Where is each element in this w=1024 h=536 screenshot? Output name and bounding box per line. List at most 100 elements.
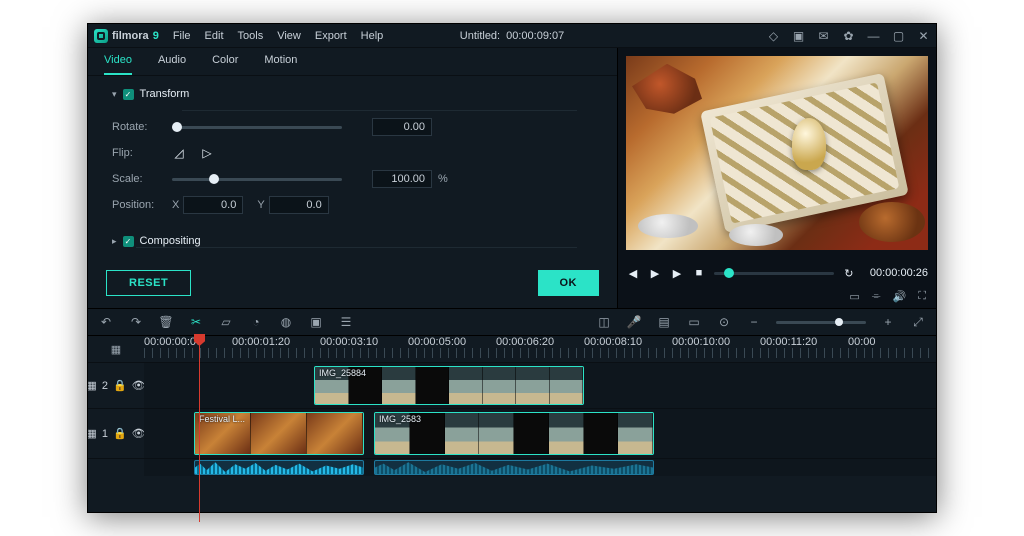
tracks-manage-icon[interactable]: ▦ — [88, 336, 144, 362]
audio-clip-img2583[interactable] — [374, 460, 654, 475]
account-icon[interactable]: ◇ — [767, 29, 780, 42]
menu-tools[interactable]: Tools — [238, 30, 264, 42]
rotate-value[interactable]: 0.00 — [372, 118, 432, 136]
transform-checkbox[interactable]: ✓ — [123, 89, 134, 100]
activity-icon[interactable]: ▣ — [792, 29, 805, 42]
stop-icon[interactable]: ■ — [692, 266, 706, 280]
menu-bar: File Edit Tools View Export Help — [173, 30, 383, 42]
quality-icon[interactable]: ▭ — [849, 290, 859, 303]
minimize-icon[interactable]: — — [867, 29, 880, 42]
mixer-icon[interactable]: ▤ — [656, 315, 672, 329]
undo-icon[interactable]: ↶ — [98, 315, 114, 329]
brand-suffix: 9 — [153, 30, 159, 42]
render-icon[interactable]: ▭ — [686, 315, 702, 329]
greenscreen-icon[interactable]: ▣ — [308, 315, 324, 329]
menu-file[interactable]: File — [173, 30, 191, 42]
ruler-row: ▦ 00:00:00:00 00:00:01:20 00:00:03:10 00… — [88, 336, 936, 362]
volume-icon[interactable]: 🔊 — [893, 290, 907, 303]
menu-export[interactable]: Export — [315, 30, 347, 42]
menu-edit[interactable]: Edit — [205, 30, 224, 42]
zoom-in-icon[interactable]: + — [880, 315, 896, 329]
ok-button[interactable]: OK — [538, 270, 600, 296]
preview-panel: ◀ ▶ ▶ ■ ↻ 00:00:00:26 ▭ ⌯ 🔊 ⛶ — [618, 48, 936, 308]
track-1-head[interactable]: ▦ 1 🔒 👁 — [88, 409, 144, 458]
zoom-slider[interactable] — [776, 321, 866, 324]
chevron-right-icon[interactable]: ▸ — [112, 236, 117, 247]
scale-value[interactable]: 100.00 — [372, 170, 432, 188]
flip-horizontal-icon[interactable]: ◿ — [172, 146, 186, 160]
seek-slider[interactable] — [714, 272, 834, 275]
compositing-section-head[interactable]: ▸ ✓ Compositing — [112, 235, 593, 247]
project-name: Untitled: — [460, 30, 500, 42]
maximize-icon[interactable]: ▢ — [892, 29, 905, 42]
message-icon[interactable]: ✉ — [817, 29, 830, 42]
brand-name: filmora — [112, 30, 149, 42]
position-x-value[interactable]: 0.0 — [183, 196, 243, 214]
project-time: 00:00:09:07 — [506, 30, 564, 42]
reset-button[interactable]: RESET — [106, 270, 191, 296]
tab-audio[interactable]: Audio — [158, 54, 186, 75]
tab-color[interactable]: Color — [212, 54, 238, 75]
clip-img2583[interactable]: IMG_2583 — [374, 412, 654, 455]
lock-icon[interactable]: 🔒 — [113, 379, 127, 392]
menu-help[interactable]: Help — [361, 30, 384, 42]
track-2-head[interactable]: ▦ 2 🔒 👁 — [88, 363, 144, 408]
ruler-label: 00:00:05:00 — [408, 336, 496, 348]
ruler-label: 00:00:03:10 — [320, 336, 408, 348]
scale-unit: % — [438, 173, 448, 185]
flip-label: Flip: — [112, 147, 172, 159]
ruler-label: 00:00:06:20 — [496, 336, 584, 348]
preview-viewport[interactable] — [626, 56, 928, 250]
track-number: 2 — [102, 380, 108, 392]
lock-icon[interactable]: 🔒 — [113, 427, 127, 440]
split-icon[interactable]: ✂ — [188, 315, 204, 329]
position-y-value[interactable]: 0.0 — [269, 196, 329, 214]
ruler-label: 00:00 — [848, 336, 936, 348]
menu-view[interactable]: View — [277, 30, 301, 42]
playbar: ◀ ▶ ▶ ■ ↻ 00:00:00:26 — [618, 258, 936, 288]
audio-clip-festival[interactable] — [194, 460, 364, 475]
play-icon[interactable]: ▶ — [648, 266, 662, 280]
ruler-label: 00:00:00:00 — [144, 336, 232, 348]
compositing-title: Compositing — [140, 235, 201, 247]
loop-icon[interactable]: ↻ — [842, 266, 856, 280]
crop-icon[interactable]: ▱ — [218, 315, 234, 329]
clip-festival[interactable]: Festival L... — [194, 412, 364, 455]
adjust-icon[interactable]: ☰ — [338, 315, 354, 329]
marker-icon[interactable]: ◫ — [596, 315, 612, 329]
scale-label: Scale: — [112, 173, 172, 185]
app-window: filmora 9 File Edit Tools View Export Hel… — [87, 23, 937, 513]
transform-section-head[interactable]: ▾ ✓ Transform — [112, 88, 593, 100]
color-icon[interactable]: ◍ — [278, 315, 294, 329]
play2-icon[interactable]: ▶ — [670, 266, 684, 280]
zoom-fit-icon[interactable]: ⤢ — [910, 315, 926, 330]
track-2: ▦ 2 🔒 👁 IMG_25884 — [88, 362, 936, 408]
close-icon[interactable]: ✕ — [917, 29, 930, 42]
timeline-toolbar: ↶ ↷ 🗑 ✂ ▱ ◔ ◍ ▣ ☰ ◫ 🎤 ▤ ▭ ⊙ − + ⤢ — [88, 308, 936, 336]
tab-video[interactable]: Video — [104, 54, 132, 75]
ruler-label: 00:00:08:10 — [584, 336, 672, 348]
speed-icon[interactable]: ◔ — [248, 315, 264, 329]
record-icon[interactable]: 🎤 — [626, 315, 642, 329]
scale-slider[interactable] — [172, 178, 342, 181]
brand: filmora 9 — [94, 29, 159, 43]
playhead[interactable] — [199, 336, 200, 522]
delete-icon[interactable]: 🗑 — [158, 315, 174, 329]
track-number: 1 — [102, 428, 108, 440]
notify-icon[interactable]: ✿ — [842, 29, 855, 42]
chevron-down-icon[interactable]: ▾ — [112, 89, 117, 100]
tab-motion[interactable]: Motion — [264, 54, 297, 75]
prev-frame-icon[interactable]: ◀ — [626, 266, 640, 280]
zoom-out-icon[interactable]: − — [746, 315, 762, 329]
snapshot-icon[interactable]: ⌯ — [872, 290, 881, 303]
transform-title: Transform — [140, 88, 190, 100]
compositing-checkbox[interactable]: ✓ — [123, 236, 134, 247]
time-ruler[interactable]: 00:00:00:00 00:00:01:20 00:00:03:10 00:0… — [144, 336, 936, 362]
snap-icon[interactable]: ⊙ — [716, 315, 732, 329]
window-title: Untitled: 00:00:09:07 — [460, 30, 564, 42]
clip-img25884[interactable]: IMG_25884 — [314, 366, 584, 405]
fullscreen-icon[interactable]: ⛶ — [918, 290, 926, 303]
flip-vertical-icon[interactable]: ▷ — [200, 146, 214, 160]
rotate-slider[interactable] — [172, 126, 342, 129]
redo-icon[interactable]: ↷ — [128, 315, 144, 329]
